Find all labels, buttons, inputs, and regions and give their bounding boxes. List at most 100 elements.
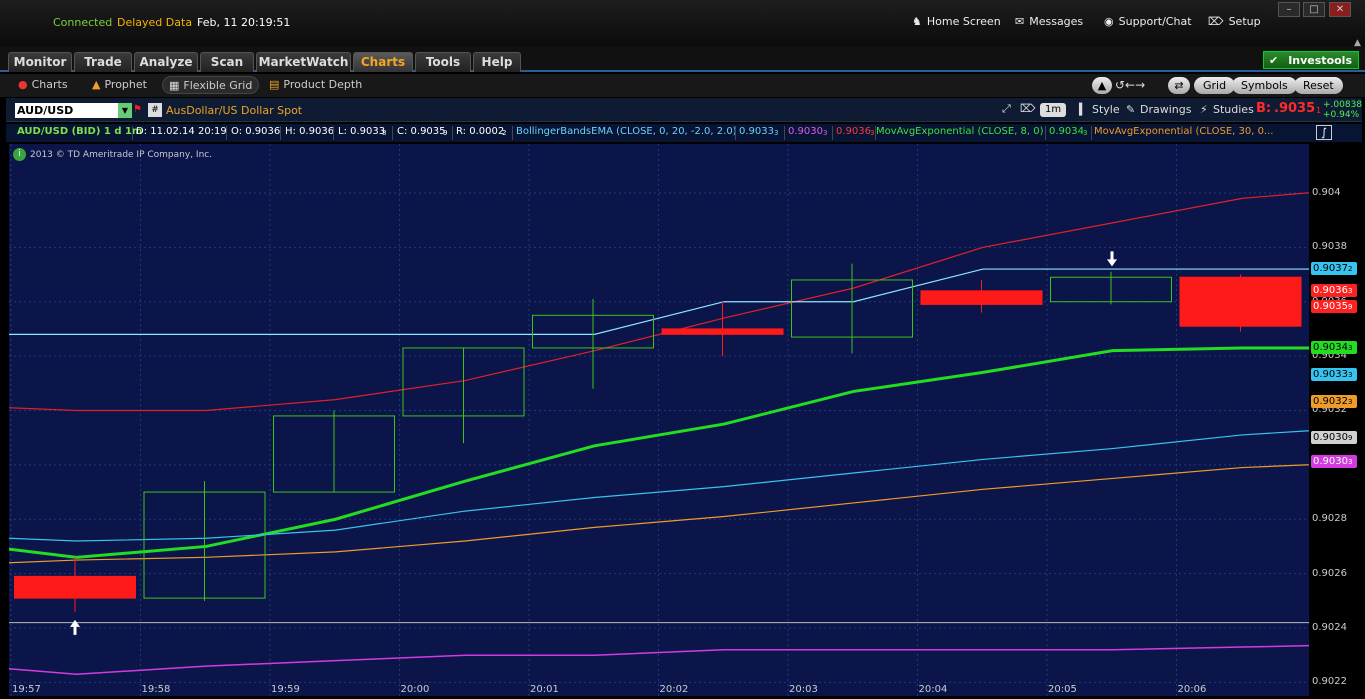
tab-trade[interactable]: Trade <box>74 52 132 72</box>
chart-header: AUD/USD ▼ ⚑ # AusDollar/US Dollar Spot ⤢… <box>6 98 1362 122</box>
style-icon: ▍ <box>1079 103 1088 116</box>
chart-info-bar: AUD/USD (BID) 1 d 1m D: 11.02.14 20:19 O… <box>6 124 1362 142</box>
home-screen-button[interactable]: ♞ Home Screen <box>912 15 1001 28</box>
chart-window: AUD/USD ▼ ⚑ # AusDollar/US Dollar Spot ⤢… <box>6 98 1365 696</box>
subnav-prophet-label: Prophet <box>104 78 147 91</box>
bb-mid-value: 0.9030 <box>788 126 823 137</box>
main-tabs: Monitor Trade Analyze Scan MarketWatch C… <box>0 38 1365 72</box>
prophet-icon: ▲ <box>92 78 101 91</box>
info-title: AUD/USD (BID) 1 d 1m <box>17 126 143 137</box>
tab-monitor[interactable]: Monitor <box>8 52 72 72</box>
x-tick-label: 20:00 <box>400 684 430 695</box>
x-tick-label: 20:04 <box>918 684 948 695</box>
collapse-icon[interactable]: ▲ <box>1354 38 1361 48</box>
x-tick-label: 19:59 <box>271 684 300 695</box>
bb-upper-value: 0.9036 <box>836 126 871 137</box>
y-tick-label: 0.9026 <box>1312 567 1347 579</box>
study-ema30[interactable]: MovAvgExponential (CLOSE, 30, 0... <box>1094 126 1273 137</box>
envelope-icon: ✉ <box>1015 15 1025 28</box>
price-label-box: 0.90303 <box>1311 455 1357 469</box>
messages-button[interactable]: ✉ Messages <box>1015 15 1083 28</box>
messages-label: Messages <box>1029 15 1084 28</box>
copyright-text: 2013 © TD Ameritrade IP Company, Inc. <box>30 149 213 160</box>
candle-body <box>661 328 784 335</box>
support-chat-label: Support/Chat <box>1118 15 1192 28</box>
tab-charts[interactable]: Charts <box>353 52 413 72</box>
lifebuoy-icon: ◉ <box>1104 15 1114 28</box>
net-change: +.00838 <box>1323 100 1363 110</box>
pencil-icon: ✎ <box>1126 103 1136 116</box>
alert-bell-icon[interactable]: ▲ <box>1092 77 1112 94</box>
x-tick-label: 20:05 <box>1048 684 1077 695</box>
info-icon[interactable]: i <box>13 148 26 161</box>
studies-icon: ⚡ <box>1200 103 1208 116</box>
grid-button[interactable]: Grid <box>1194 77 1236 94</box>
tab-tools[interactable]: Tools <box>415 52 471 72</box>
maximize-button[interactable]: □ <box>1303 2 1325 17</box>
price-label-box: 0.90309 <box>1311 430 1357 444</box>
study-bollinger[interactable]: BollingerBandsEMA (CLOSE, 0, 20, -2.0, 2… <box>516 126 737 137</box>
hash-icon[interactable]: # <box>148 103 162 117</box>
subnav-charts-label: Charts <box>31 78 68 91</box>
timeframe-button[interactable]: 1m <box>1040 103 1067 117</box>
subnav-product-depth-label: Product Depth <box>283 78 363 91</box>
link-arrows-icon[interactable]: ↺←→ <box>1115 78 1145 92</box>
price-chart-svg <box>8 144 1365 696</box>
subnav-prophet[interactable]: ▲ Prophet <box>92 78 147 91</box>
drawings-button[interactable]: Drawings <box>1140 103 1191 116</box>
symbol-input[interactable]: AUD/USD <box>15 103 121 118</box>
bb-lower-value: 0.9033 <box>739 126 774 137</box>
candle-body <box>14 575 136 599</box>
link-icon[interactable]: ⇄ <box>1168 77 1190 94</box>
reset-button[interactable]: Reset <box>1294 77 1343 94</box>
ema8-subdigit: 3 <box>1083 129 1088 137</box>
price-label-box: 0.90323 <box>1311 395 1357 409</box>
price-label-box: 0.90363 <box>1311 283 1357 297</box>
price-label-box: 0.90343 <box>1311 340 1357 354</box>
tools-icon[interactable]: ⌦ <box>1020 102 1036 115</box>
close-button[interactable]: ✕ <box>1329 2 1351 17</box>
charts-subnav: ● Charts ▲ Prophet ▦ Flexible Grid ▤ Pro… <box>0 74 1365 97</box>
y-tick-label: 0.904 <box>1312 186 1341 198</box>
style-button[interactable]: Style <box>1092 103 1120 116</box>
tab-analyze[interactable]: Analyze <box>134 52 198 72</box>
depth-icon: ▤ <box>269 78 280 91</box>
tab-help[interactable]: Help <box>473 52 521 72</box>
sell-signal-arrow <box>1107 251 1117 267</box>
chart-settings-icon[interactable]: ∫ <box>1316 125 1332 140</box>
copyright-notice: i 2013 © TD Ameritrade IP Company, Inc. <box>13 148 212 161</box>
bid-value: .9035 <box>1274 101 1316 116</box>
x-tick-label: 19:58 <box>141 684 171 695</box>
support-chat-button[interactable]: ◉ Support/Chat <box>1104 15 1192 28</box>
top-bar: Connected Delayed Data Feb, 11 20:19:51 … <box>0 0 1365 46</box>
minimize-button[interactable]: – <box>1278 2 1300 17</box>
tab-scan[interactable]: Scan <box>200 52 254 72</box>
tab-marketwatch[interactable]: MarketWatch <box>256 52 351 72</box>
home-screen-label: Home Screen <box>926 15 1001 28</box>
subnav-flexible-grid-label: Flexible Grid <box>183 78 253 92</box>
studies-button[interactable]: Studies <box>1213 103 1254 116</box>
subnav-product-depth[interactable]: ▤ Product Depth <box>269 78 362 91</box>
symbol-dropdown-icon[interactable]: ▼ <box>118 103 132 118</box>
crosshair-icon[interactable]: ⤢ <box>1002 102 1011 116</box>
info-range: R: 0.0002 <box>456 126 505 137</box>
subnav-flexible-grid[interactable]: ▦ Flexible Grid <box>162 76 260 94</box>
symbols-button[interactable]: Symbols <box>1232 77 1297 94</box>
setup-button[interactable]: ⌦ Setup <box>1208 15 1261 28</box>
percent-change: +0.94% <box>1323 110 1360 120</box>
price-axis: 0.90220.90240.90260.90280.9030.90320.903… <box>1309 144 1362 696</box>
y-tick-label: 0.9022 <box>1312 676 1347 688</box>
delayed-data-label: Delayed Data <box>117 16 193 29</box>
price-chart[interactable]: i 2013 © TD Ameritrade IP Company, Inc. … <box>8 144 1365 696</box>
price-label-box: 0.90372 <box>1311 262 1357 276</box>
x-tick-label: 20:06 <box>1177 684 1207 695</box>
price-label-box: 0.90333 <box>1311 368 1357 382</box>
checkmark-icon: ✔ <box>1269 54 1279 67</box>
info-range-subdigit: 2 <box>502 129 507 137</box>
ema8-value: 0.9034 <box>1049 126 1084 137</box>
info-close: C: 0.9035 <box>397 126 446 137</box>
symbol-description: AusDollar/US Dollar Spot <box>166 104 303 117</box>
study-ema8[interactable]: MovAvgExponential (CLOSE, 8, 0) <box>876 126 1043 137</box>
charts-icon: ● <box>18 78 28 91</box>
subnav-charts[interactable]: ● Charts <box>18 78 68 91</box>
